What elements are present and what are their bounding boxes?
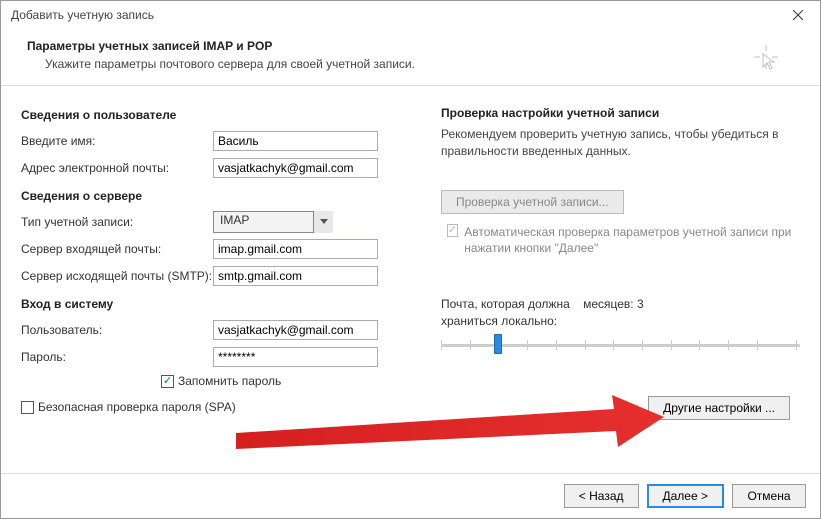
auto-check-checkbox [447, 224, 458, 237]
email-label: Адрес электронной почты: [21, 161, 213, 175]
right-column: Проверка настройки учетной записи Рекоме… [441, 106, 800, 420]
pass-label: Пароль: [21, 350, 213, 364]
footer: < Назад Далее > Отмена [1, 473, 820, 518]
titlebar: Добавить учетную запись [1, 1, 820, 29]
remember-password-row[interactable]: Запомнить пароль [21, 374, 411, 388]
header-title: Параметры учетных записей IMAP и POP [27, 39, 415, 53]
test-account-button: Проверка учетной записи... [441, 190, 624, 214]
cancel-button[interactable]: Отмена [732, 484, 806, 508]
email-input[interactable] [213, 158, 378, 178]
close-button[interactable] [786, 5, 810, 25]
next-button[interactable]: Далее > [647, 484, 725, 508]
login-section-title: Вход в систему [21, 297, 411, 311]
header-subtitle: Укажите параметры почтового сервера для … [27, 57, 415, 71]
slider-thumb[interactable] [494, 334, 502, 354]
dialog-body: Сведения о пользователе Введите имя: Адр… [1, 86, 820, 430]
server-section-title: Сведения о сервере [21, 189, 411, 203]
spa-label: Безопасная проверка пароля (SPA) [38, 400, 236, 414]
pass-input[interactable] [213, 347, 378, 367]
back-button[interactable]: < Назад [564, 484, 639, 508]
close-icon [793, 10, 803, 20]
spa-row[interactable]: Безопасная проверка пароля (SPA) [21, 400, 411, 414]
auto-check-label: Автоматическая проверка параметров учетн… [464, 224, 800, 256]
name-input[interactable] [213, 131, 378, 151]
account-type-select[interactable]: IMAP [213, 211, 333, 233]
user-label: Пользователь: [21, 323, 213, 337]
incoming-label: Сервер входящей почты: [21, 242, 213, 256]
cursor-icon [752, 43, 780, 71]
test-text: Рекомендуем проверить учетную запись, чт… [441, 126, 800, 160]
user-input[interactable] [213, 320, 378, 340]
name-label: Введите имя: [21, 134, 213, 148]
outgoing-label: Сервер исходящей почты (SMTP): [21, 269, 213, 283]
spa-checkbox[interactable] [21, 401, 34, 414]
auto-check-row: Автоматическая проверка параметров учетн… [441, 224, 800, 256]
left-column: Сведения о пользователе Введите имя: Адр… [21, 106, 411, 420]
user-section-title: Сведения о пользователе [21, 108, 411, 122]
header: Параметры учетных записей IMAP и POP Ука… [1, 29, 820, 86]
remember-label: Запомнить пароль [178, 374, 281, 388]
incoming-input[interactable] [213, 239, 378, 259]
remember-checkbox[interactable] [161, 375, 174, 388]
other-settings-button[interactable]: Другие настройки ... [648, 396, 790, 420]
window-title: Добавить учетную запись [11, 8, 154, 22]
outgoing-input[interactable] [213, 266, 378, 286]
chevron-down-icon [313, 211, 333, 233]
storage-slider[interactable] [441, 336, 800, 366]
storage-label: Почта, которая должна месяцев: 3 хранить… [441, 296, 800, 330]
test-section-title: Проверка настройки учетной записи [441, 106, 800, 120]
account-type-label: Тип учетной записи: [21, 215, 213, 229]
